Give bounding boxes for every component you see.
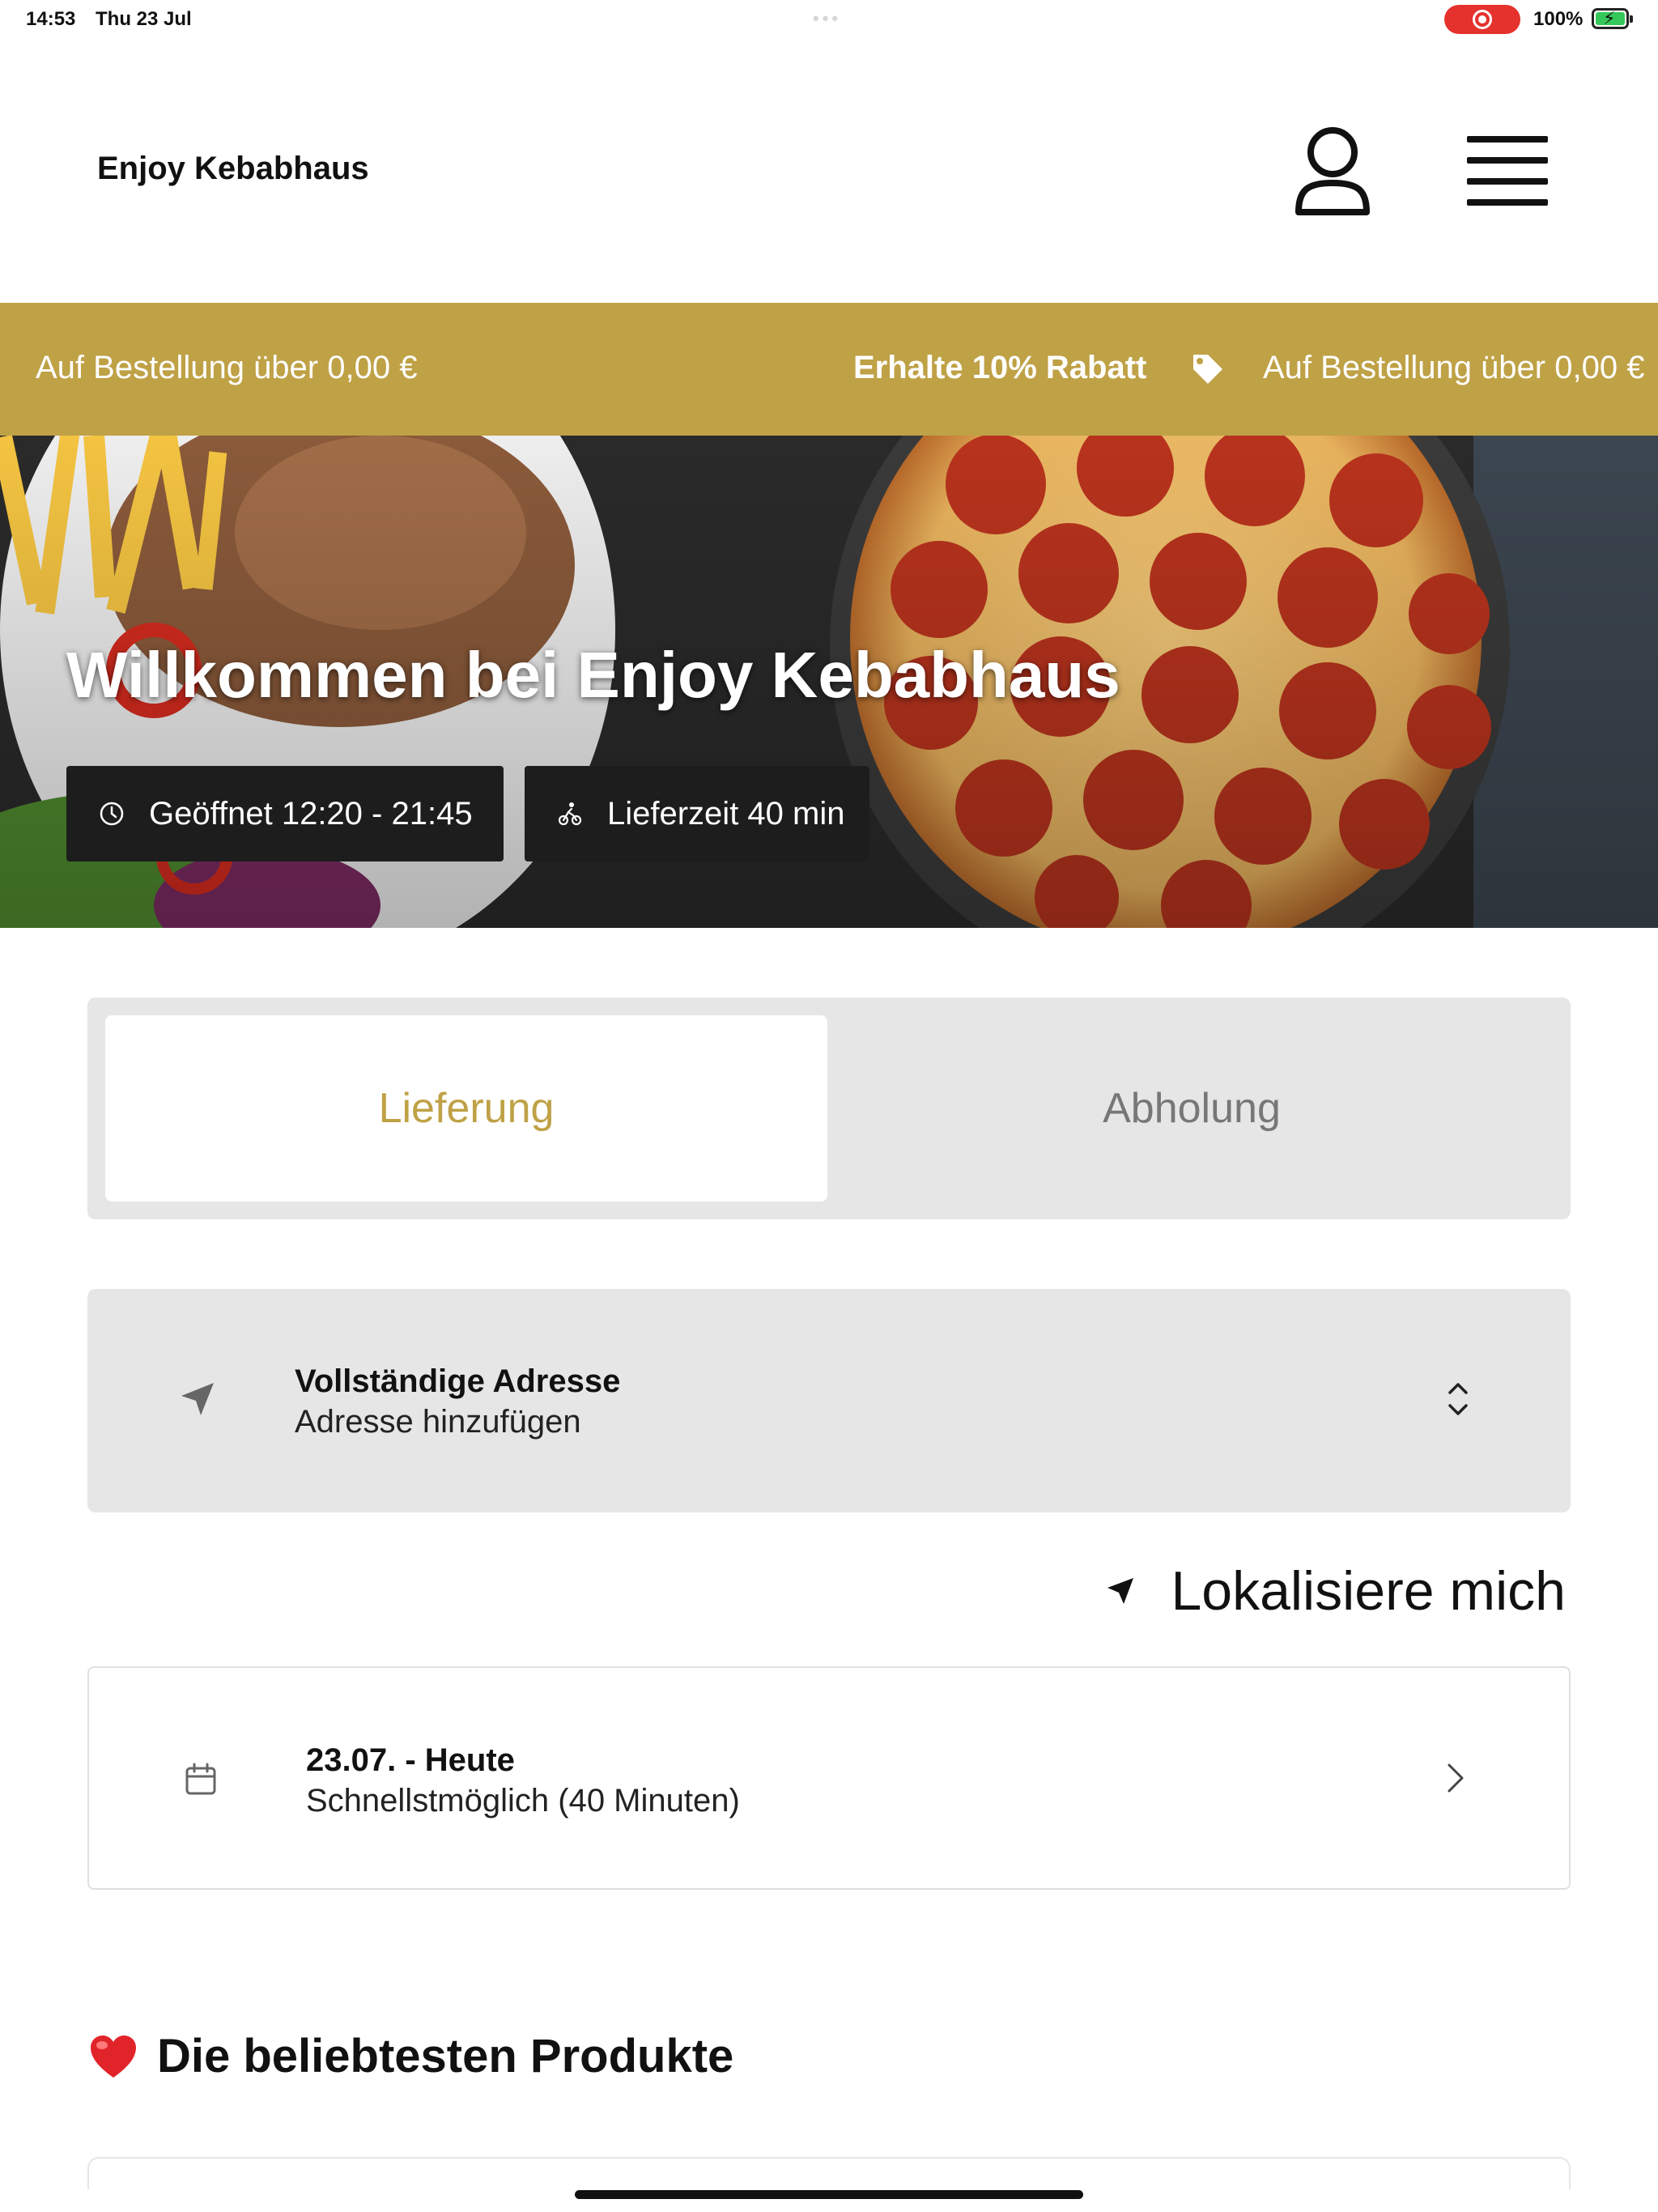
status-bar: 14:53 Thu 23 Jul ••• 100% ⚡ [0, 0, 1658, 39]
battery-icon: ⚡ [1592, 8, 1633, 29]
address-placeholder: Adresse hinzufügen [295, 1404, 581, 1440]
app-header: Enjoy Kebabhaus [0, 39, 1658, 303]
screen-recording-icon[interactable] [1444, 5, 1520, 34]
calendar-icon [185, 1763, 216, 1795]
promo-banner: Auf Bestellung über 0,00 € Erhalte 10% R… [0, 303, 1658, 436]
location-arrow-icon [1107, 1578, 1134, 1604]
brand-name[interactable]: Enjoy Kebabhaus [97, 151, 369, 187]
product-card[interactable] [87, 2157, 1571, 2189]
hero-title: Willkommen bei Enjoy Kebabhaus [66, 639, 1120, 711]
promo-min-order-text-repeat: Auf Bestellung über 0,00 € [1263, 350, 1645, 385]
promo-discount-text: Erhalte 10% Rabatt [853, 350, 1147, 385]
delivery-bike-icon [558, 802, 582, 826]
chevron-up-down-icon [1448, 1383, 1468, 1415]
delivery-date-title: 23.07. - Heute [306, 1742, 515, 1778]
delivery-time-text: Lieferzeit 40 min [607, 795, 845, 832]
hero-banner: Willkommen bei Enjoy Kebabhaus Geöffnet … [0, 436, 1658, 928]
hamburger-menu-icon[interactable] [1467, 136, 1548, 206]
tab-pickup[interactable]: Abholung [831, 1015, 1553, 1202]
opening-hours-text: Geöffnet 12:20 - 21:45 [149, 795, 473, 832]
address-title: Vollständige Adresse [295, 1363, 621, 1399]
delivery-date-selector[interactable]: 23.07. - Heute Schnellstmöglich (40 Minu… [87, 1666, 1571, 1890]
location-arrow-icon [181, 1383, 214, 1415]
locate-me-button[interactable]: Lokalisiere mich [1104, 1559, 1566, 1623]
status-time: 14:53 [26, 8, 76, 30]
chevron-right-icon [1448, 1763, 1464, 1793]
address-selector[interactable]: Vollständige Adresse Adresse hinzufügen [87, 1289, 1571, 1512]
multitasking-dots-icon[interactable]: ••• [813, 8, 841, 29]
status-date: Thu 23 Jul [96, 8, 192, 30]
tab-delivery[interactable]: Lieferung [105, 1015, 827, 1202]
home-indicator[interactable] [575, 2190, 1083, 2199]
locate-me-label: Lokalisiere mich [1171, 1560, 1566, 1622]
user-icon[interactable] [1294, 126, 1371, 219]
order-mode-switch: Lieferung Abholung [87, 998, 1571, 1219]
heart-icon [91, 2035, 136, 2078]
battery-percentage: 100% [1533, 8, 1584, 30]
clock-icon [100, 802, 124, 826]
popular-products-heading: Die beliebtesten Produkte [89, 2029, 733, 2083]
delivery-time-badge: Lieferzeit 40 min [525, 766, 869, 861]
promo-min-order-text: Auf Bestellung über 0,00 € [36, 350, 418, 385]
price-tag-icon [1193, 355, 1222, 384]
delivery-date-subtitle: Schnellstmöglich (40 Minuten) [306, 1783, 740, 1819]
opening-hours-badge: Geöffnet 12:20 - 21:45 [66, 766, 504, 861]
popular-products-title: Die beliebtesten Produkte [157, 2030, 734, 2082]
